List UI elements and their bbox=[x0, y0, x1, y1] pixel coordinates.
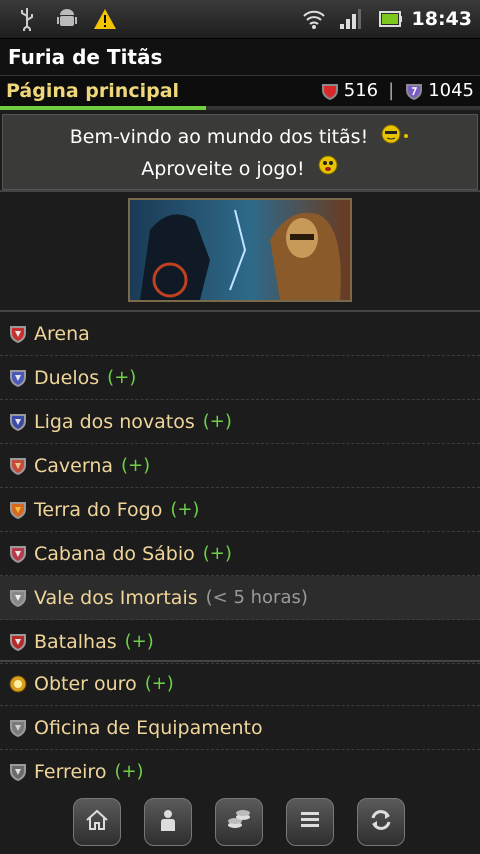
menu-item-extra[interactable]: (+) bbox=[121, 455, 150, 476]
stat-separator: | bbox=[388, 80, 395, 101]
menu-item-workshop[interactable]: Oficina de Equipamento bbox=[0, 706, 480, 750]
menu-item-label: Caverna bbox=[34, 454, 114, 477]
titans-banner-image[interactable] bbox=[128, 198, 352, 302]
status-bar: 18:43 bbox=[0, 0, 480, 39]
menu-item-gold-coin[interactable]: Obter ouro (+) bbox=[0, 662, 480, 706]
list-icon bbox=[298, 808, 322, 836]
menu-item-label: Obter ouro bbox=[34, 672, 137, 695]
menu-item-immortals[interactable]: Vale dos Imortais (< 5 horas) bbox=[0, 576, 480, 620]
menu-item-label: Arena bbox=[34, 322, 90, 345]
menu-item-blacksmith[interactable]: Ferreiro (+) bbox=[0, 750, 480, 794]
profile-icon bbox=[155, 807, 181, 837]
menu-item-extra[interactable]: (+) bbox=[203, 411, 232, 432]
smiley-icon bbox=[317, 154, 339, 186]
workshop-icon bbox=[8, 718, 28, 738]
menu-item-sage-hut[interactable]: Cabana do Sábio (+) bbox=[0, 532, 480, 576]
menu-item-label: Oficina de Equipamento bbox=[34, 716, 263, 739]
menu-item-label: Vale dos Imortais bbox=[34, 586, 198, 609]
resource-stats: 516 | 1045 bbox=[320, 76, 474, 106]
app-title: Furia de Titãs bbox=[8, 45, 163, 69]
divider bbox=[0, 190, 480, 192]
menu-item-extra[interactable]: (+) bbox=[107, 367, 136, 388]
welcome-text-1: Bem-vindo ao mundo dos titãs! bbox=[69, 126, 369, 148]
purple-stat-value: 1045 bbox=[428, 80, 474, 101]
page-header: Página principal 516 | 1045 bbox=[0, 76, 480, 110]
duel-shield-icon bbox=[8, 368, 28, 388]
menu-item-label: Cabana do Sábio bbox=[34, 542, 195, 565]
signal-icon bbox=[338, 6, 362, 32]
menu-item-extra[interactable]: (+) bbox=[203, 543, 232, 564]
main-menu: Arena Duelos (+) Liga dos novatos (+) Caverna… bbox=[0, 312, 480, 664]
arena-icon bbox=[8, 324, 28, 344]
progress-fill bbox=[0, 106, 207, 110]
menu-item-arena[interactable]: Arena bbox=[0, 312, 480, 356]
menu-item-extra[interactable]: (+) bbox=[145, 673, 174, 694]
menu-item-label: Batalhas bbox=[34, 630, 117, 653]
menu-item-extra[interactable]: (+) bbox=[170, 499, 199, 520]
welcome-box: Bem-vindo ao mundo dos titãs! Aproveite … bbox=[2, 114, 478, 190]
clock: 18:43 bbox=[411, 8, 472, 30]
profile-button[interactable] bbox=[144, 798, 192, 846]
experience-progress-bar bbox=[0, 106, 480, 110]
cave-icon bbox=[8, 456, 28, 476]
immortals-icon bbox=[8, 588, 28, 608]
welcome-line-1: Bem-vindo ao mundo dos titãs! bbox=[3, 121, 477, 153]
menu-item-cave[interactable]: Caverna (+) bbox=[0, 444, 480, 488]
menu-item-extra[interactable]: (+) bbox=[114, 761, 143, 782]
menu-item-fire-land[interactable]: Terra do Fogo (+) bbox=[0, 488, 480, 532]
menu-item-extra[interactable]: (+) bbox=[125, 631, 154, 652]
welcome-text-2: Aproveite o jogo! bbox=[141, 158, 305, 180]
list-button[interactable] bbox=[286, 798, 334, 846]
wifi-icon bbox=[302, 6, 326, 32]
coins-icon bbox=[225, 807, 253, 837]
menu-item-extra[interactable]: (< 5 horas) bbox=[206, 587, 308, 608]
app-title-bar: Furia de Titãs bbox=[0, 39, 480, 76]
home-icon bbox=[84, 807, 110, 837]
league-shield-icon bbox=[8, 412, 28, 432]
purple-shield-icon bbox=[404, 81, 424, 101]
menu-item-league-shield[interactable]: Liga dos novatos (+) bbox=[0, 400, 480, 444]
refresh-icon bbox=[368, 807, 394, 837]
secondary-menu: Obter ouro (+) Oficina de Equipamento Ferre… bbox=[0, 662, 480, 794]
red-stat-value: 516 bbox=[343, 80, 379, 101]
gold-coin-icon bbox=[8, 674, 28, 694]
menu-item-label: Terra do Fogo bbox=[34, 498, 163, 521]
menu-item-label: Duelos bbox=[34, 366, 100, 389]
home-button[interactable] bbox=[73, 798, 121, 846]
coins-button[interactable] bbox=[215, 798, 263, 846]
sage-hut-icon bbox=[8, 544, 28, 564]
blacksmith-icon bbox=[8, 762, 28, 782]
red-shield-icon bbox=[320, 81, 340, 101]
refresh-button[interactable] bbox=[357, 798, 405, 846]
menu-item-duel-shield[interactable]: Duelos (+) bbox=[0, 356, 480, 400]
android-icon bbox=[54, 6, 80, 32]
fire-land-icon bbox=[8, 500, 28, 520]
bottom-navigation bbox=[0, 792, 480, 854]
warning-icon bbox=[92, 6, 118, 32]
menu-item-label: Ferreiro bbox=[34, 760, 107, 783]
menu-item-battles[interactable]: Batalhas (+) bbox=[0, 620, 480, 664]
menu-item-label: Liga dos novatos bbox=[34, 410, 195, 433]
battery-icon bbox=[378, 6, 404, 32]
welcome-line-2: Aproveite o jogo! bbox=[3, 153, 477, 185]
usb-icon bbox=[16, 6, 38, 32]
page-title: Página principal bbox=[6, 80, 180, 102]
battles-icon bbox=[8, 632, 28, 652]
smiley-icon bbox=[380, 122, 410, 154]
